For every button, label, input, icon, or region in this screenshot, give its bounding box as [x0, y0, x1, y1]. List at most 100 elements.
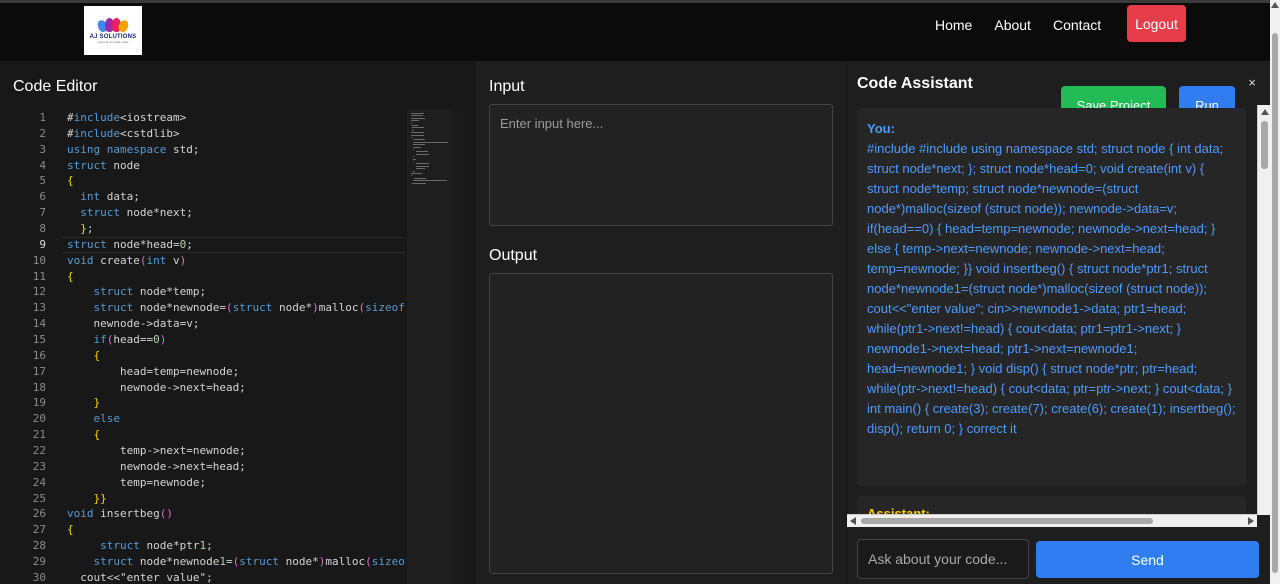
minimap-line	[415, 151, 429, 153]
minimap-line	[411, 173, 423, 174]
minimap-line	[413, 156, 415, 158]
line-number: 25	[32, 491, 46, 505]
assistant-title: Code Assistant	[857, 75, 973, 92]
minimap-line	[411, 117, 425, 119]
send-button[interactable]: Send	[1036, 541, 1259, 578]
logo[interactable]: AJ SOLUTIONS yours by an code coder	[84, 6, 142, 55]
code-line[interactable]: 19 }	[16, 395, 406, 411]
code-line[interactable]: 6 int data;	[16, 189, 406, 205]
line-code: {	[67, 174, 74, 188]
code-line[interactable]: 24 temp=newnode;	[16, 475, 406, 491]
code-line[interactable]: 2 #include<cstdlib>	[16, 126, 406, 142]
line-code: struct node	[67, 158, 140, 172]
code-line[interactable]: 30 cout<<"enter value";	[16, 570, 406, 584]
minimap-line	[413, 149, 415, 150]
message-sender: You:	[867, 121, 895, 136]
line-number: 10	[32, 253, 46, 267]
code-line[interactable]: 13 struct node*newnode=(struct node*)mal…	[16, 300, 406, 316]
minimap-line	[413, 170, 415, 172]
code-line[interactable]: 1 #include<iostream>	[16, 110, 406, 126]
code-line[interactable]: 21 {	[16, 427, 406, 443]
chat-vertical-scrollbar[interactable]	[1257, 105, 1270, 515]
line-code: #include<iostream>	[67, 111, 187, 124]
line-number: 30	[32, 570, 46, 584]
scroll-up-arrow-icon[interactable]	[1261, 109, 1269, 115]
ask-code-input[interactable]	[857, 539, 1029, 579]
line-number: 16	[32, 348, 46, 362]
line-number: 15	[32, 333, 46, 347]
line-code: struct node*newnode1=(struct node*)mallo…	[93, 555, 407, 569]
line-code: struct node*temp;	[93, 285, 207, 299]
code-line[interactable]: 9 struct node*head=0;	[16, 236, 406, 253]
minimap-line	[415, 165, 430, 167]
code-editor[interactable]: 1 #include<iostream> 2 #include<cstdlib> 3 us…	[16, 110, 406, 584]
line-number: 29	[32, 555, 46, 569]
line-number: 24	[32, 475, 46, 489]
editor-minimap[interactable]	[407, 110, 452, 584]
scroll-thumb[interactable]	[1261, 121, 1268, 169]
code-line[interactable]: 25 }}	[16, 491, 406, 507]
line-code: newnode->next=head;	[67, 380, 246, 394]
scroll-up-arrow-icon[interactable]	[1271, 2, 1279, 8]
minimap-line	[415, 168, 425, 170]
code-line[interactable]: 8 };	[16, 221, 406, 237]
line-code: temp=newnode;	[67, 475, 207, 489]
code-line[interactable]: 28 struct node*ptr1;	[16, 538, 406, 554]
minimap-line	[413, 141, 448, 143]
code-line[interactable]: 15 if(head==0)	[16, 332, 406, 348]
line-code: head=temp=newnode;	[67, 364, 240, 378]
scroll-thumb[interactable]	[1272, 33, 1278, 573]
line-number: 13	[32, 301, 46, 315]
nav-contact-link[interactable]: Contact	[1053, 17, 1101, 33]
editor-scrollbar[interactable]	[452, 110, 464, 584]
code-line[interactable]: 10 void create(int v)	[16, 253, 406, 269]
code-line[interactable]: 17 head=temp=newnode;	[16, 364, 406, 380]
scroll-right-arrow-icon[interactable]	[1248, 517, 1254, 525]
code-line[interactable]: 20 else	[16, 411, 406, 427]
code-line[interactable]: 29 struct node*newnode1=(struct node*)ma…	[16, 554, 406, 570]
code-line[interactable]: 7 struct node*next;	[16, 205, 406, 221]
chat-horizontal-scrollbar[interactable]	[847, 514, 1257, 527]
line-number: 14	[32, 317, 46, 331]
page-scrollbar[interactable]	[1270, 0, 1280, 584]
code-line[interactable]: 27 {	[16, 522, 406, 538]
io-pane: Input Output	[476, 61, 846, 584]
close-icon[interactable]: ×	[1248, 75, 1256, 90]
logout-button[interactable]: Logout	[1127, 5, 1186, 42]
code-line[interactable]: 12 struct node*temp;	[16, 284, 406, 300]
code-line[interactable]: 3 using namespace std;	[16, 142, 406, 158]
code-line[interactable]: 26 void insertbeg()	[16, 506, 406, 522]
code-line[interactable]: 14 newnode->data=v;	[16, 316, 406, 332]
scroll-left-arrow-icon[interactable]	[850, 517, 856, 525]
line-number: 21	[32, 428, 46, 442]
minimap-line	[415, 153, 430, 155]
line-code: }}	[93, 491, 107, 505]
main-nav: Home About Contact	[935, 6, 1123, 43]
code-line[interactable]: 18 newnode->next=head;	[16, 380, 406, 396]
line-code: newnode->next=head;	[67, 459, 246, 473]
program-input-field[interactable]	[489, 104, 833, 226]
minimap-line	[411, 122, 412, 124]
code-line[interactable]: 22 temp->next=newnode;	[16, 443, 406, 459]
line-number: 18	[32, 380, 46, 394]
minimap-line	[411, 120, 419, 122]
minimap-line	[411, 175, 412, 177]
code-line[interactable]: 4 struct node	[16, 158, 406, 174]
line-code: struct node*head=0;	[67, 237, 193, 251]
code-line[interactable]: 16 {	[16, 348, 406, 364]
code-assistant-panel: Code Assistant × Save Project Run You: #…	[847, 61, 1270, 584]
line-code: }	[93, 396, 101, 410]
minimap-line	[411, 132, 425, 134]
chat-message-user: You: #include #include using namespace s…	[857, 108, 1246, 486]
nav-home-link[interactable]: Home	[935, 17, 972, 33]
line-code: {	[67, 269, 74, 283]
nav-about-link[interactable]: About	[994, 17, 1031, 33]
line-code: struct node*newnode=(struct node*)malloc…	[93, 301, 405, 315]
line-number: 17	[32, 364, 46, 378]
code-line[interactable]: 5{	[16, 173, 406, 189]
line-number: 2	[39, 126, 46, 140]
code-line[interactable]: 23 newnode->next=head;	[16, 459, 406, 475]
line-number: 8	[39, 222, 46, 236]
code-line[interactable]: 11 {	[16, 269, 406, 285]
scroll-thumb[interactable]	[861, 518, 1153, 524]
